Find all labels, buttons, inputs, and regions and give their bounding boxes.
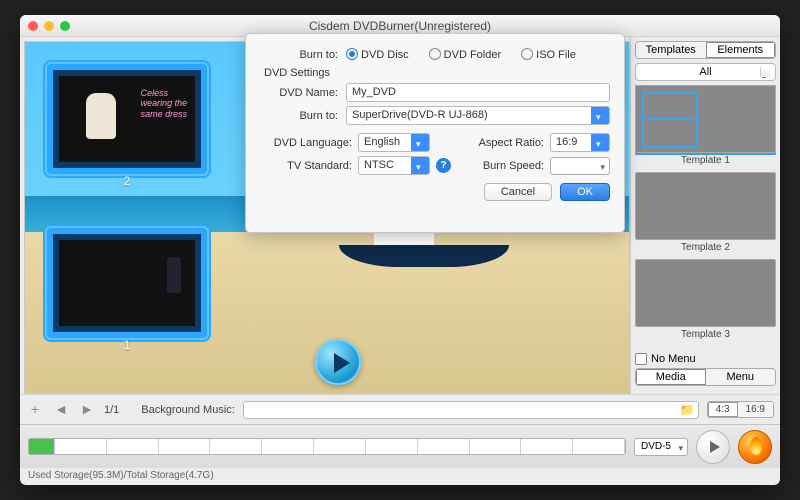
ratio-16-9[interactable]: 16:9 [738, 402, 773, 417]
burn-button[interactable] [738, 430, 772, 464]
dvd-name-input[interactable]: My_DVD [346, 83, 610, 102]
play-button[interactable] [315, 339, 361, 385]
music-label: Background Music: [141, 404, 235, 416]
slot-number: 1 [124, 338, 131, 352]
dvd-name-label: DVD Name: [260, 87, 338, 99]
bottom-tabs[interactable]: Media Menu [635, 368, 776, 386]
language-combo[interactable]: English [358, 133, 430, 152]
template-caption: Template 1 [635, 155, 776, 166]
radio-dvd-folder[interactable]: DVD Folder [429, 48, 501, 61]
ok-button[interactable]: OK [560, 183, 610, 201]
radio-dvd-disc[interactable]: DVD Disc [346, 48, 409, 61]
dvd-settings-label: DVD Settings [264, 67, 610, 79]
template-item-2[interactable]: Template 2 [635, 172, 776, 253]
page-indicator: 1/1 [104, 404, 119, 416]
folder-icon[interactable]: 📁 [680, 403, 695, 417]
aspect-combo[interactable]: 16:9 [550, 133, 610, 152]
tab-menu[interactable]: Menu [706, 369, 776, 385]
drive-label: Burn to: [260, 110, 338, 122]
play-icon [710, 441, 720, 453]
no-menu-label: No Menu [651, 353, 696, 365]
next-page-button[interactable]: ► [78, 401, 96, 419]
drive-combo[interactable]: SuperDrive(DVD-R UJ-868) [346, 106, 610, 125]
storage-progress [28, 438, 626, 455]
app-window: Cisdem DVDBurner(Unregistered) Celess we… [20, 15, 780, 485]
template-item-3[interactable]: Template 3 [635, 259, 776, 340]
burn-speed-combo[interactable] [550, 157, 610, 175]
no-menu-checkbox[interactable] [635, 353, 647, 365]
tv-standard-label: TV Standard: [260, 160, 352, 172]
tab-elements[interactable]: Elements [706, 42, 776, 58]
burn-speed-label: Burn Speed: [483, 160, 544, 172]
video-slot-2[interactable]: Celess wearing the same dress 2 [47, 64, 207, 174]
prev-page-button[interactable]: ◄ [52, 401, 70, 419]
add-button[interactable]: + [26, 401, 44, 419]
tab-media[interactable]: Media [636, 369, 706, 385]
help-icon[interactable]: ? [436, 158, 451, 173]
language-label: DVD Language: [260, 137, 352, 149]
storage-text: Used Storage(95.3M)/Total Storage(4.7G) [20, 468, 780, 485]
template-list: Template 1 Template 2 Template 3 [635, 85, 776, 351]
radio-iso-file[interactable]: ISO File [521, 48, 576, 61]
template-item-1[interactable]: Template 1 [635, 85, 776, 166]
slot-number: 2 [124, 174, 131, 188]
cancel-button[interactable]: Cancel [484, 183, 552, 201]
background-music-input[interactable]: 📁 [243, 401, 699, 419]
tab-templates[interactable]: Templates [636, 42, 706, 58]
aspect-label: Aspect Ratio: [479, 137, 544, 149]
burn-to-label: Burn to: [260, 49, 338, 61]
template-caption: Template 3 [635, 329, 776, 340]
controls-bar: + ◄ ► 1/1 Background Music: 📁 4:3 16:9 [20, 394, 780, 424]
filter-combo[interactable]: All▴▾ [635, 63, 776, 81]
tv-standard-combo[interactable]: NTSC [358, 156, 430, 175]
slot-overlay-text: Celess wearing the same dress [141, 88, 195, 119]
panel-tabs[interactable]: Templates Elements [635, 41, 776, 59]
window-title: Cisdem DVDBurner(Unregistered) [20, 19, 780, 33]
ratio-4-3[interactable]: 4:3 [708, 402, 738, 417]
video-slot-1[interactable]: 1 [47, 228, 207, 338]
preview-play-button[interactable] [696, 430, 730, 464]
disc-type-combo[interactable]: DVD-5 [634, 438, 688, 456]
side-panel: Templates Elements All▴▾ Template 1 Temp… [630, 37, 780, 394]
bottom-bar: DVD-5 [20, 424, 780, 468]
aspect-ratio-toggle[interactable]: 4:3 16:9 [707, 401, 774, 418]
burn-settings-dialog: Burn to: DVD Disc DVD Folder ISO File DV… [245, 33, 625, 233]
template-caption: Template 2 [635, 242, 776, 253]
